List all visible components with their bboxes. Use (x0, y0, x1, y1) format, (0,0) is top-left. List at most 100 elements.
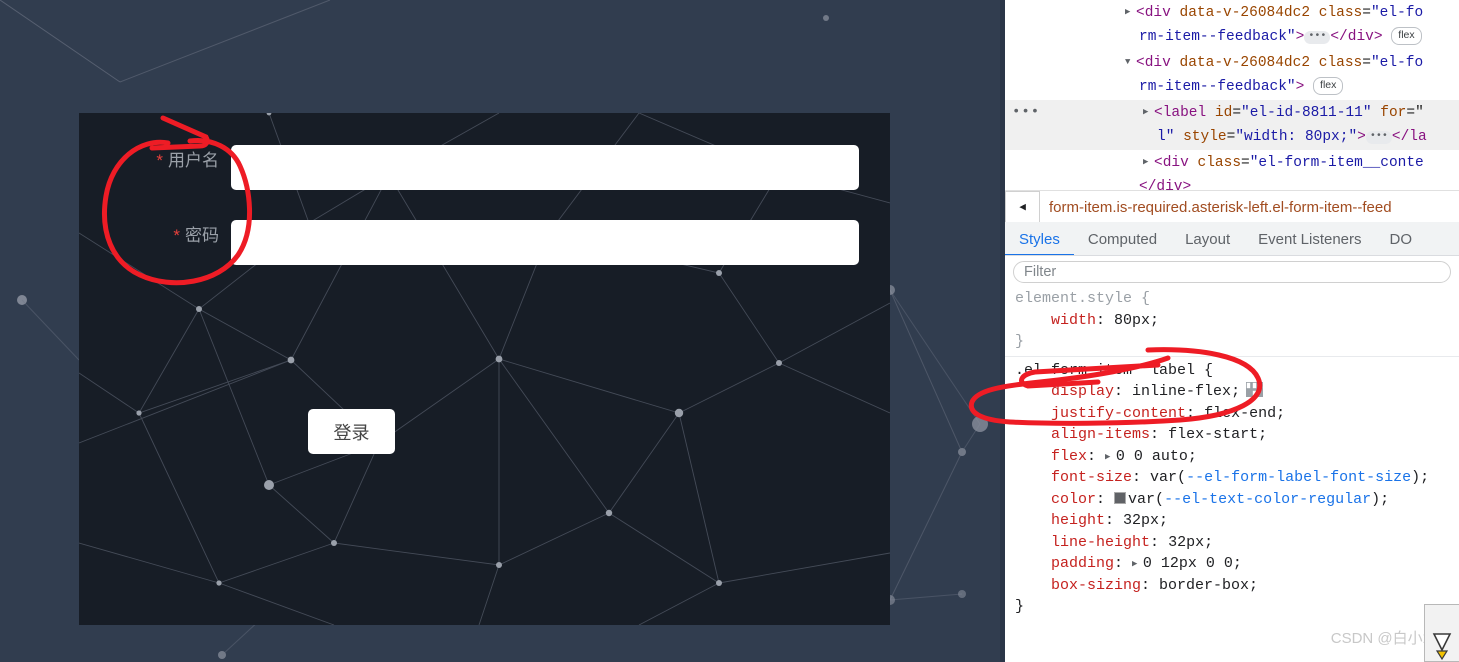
breadcrumb-collapse-button[interactable]: ◀ (1005, 191, 1040, 223)
flex-badge[interactable]: flex (1313, 77, 1344, 95)
flexbox-editor-icon[interactable] (1246, 382, 1264, 397)
styles-pane[interactable]: element.style { width: 80px;} .el-form-it… (1005, 288, 1459, 662)
dom-tree-node[interactable]: ▶ <div data-v-26084dc2 class="el-fo (1005, 0, 1459, 25)
required-asterisk-password: * (173, 226, 180, 245)
css-property-name[interactable]: height (1051, 512, 1105, 529)
css-property-name[interactable]: align-items (1051, 426, 1150, 443)
open-brace: { (1132, 290, 1151, 307)
css-property-name[interactable]: width (1051, 312, 1096, 329)
expand-triangle-closed-icon[interactable]: ▶ (1143, 100, 1154, 125)
css-property-name[interactable]: box-sizing (1051, 577, 1141, 594)
dom-token: =" (1406, 105, 1424, 121)
style-declaration[interactable]: flex: ▶ 0 0 auto; (1005, 446, 1459, 468)
style-declaration[interactable]: padding: ▶ 0 12px 0 0; (1005, 553, 1459, 575)
dom-token (1174, 129, 1183, 145)
dom-tree-node[interactable]: ▶ <div class="el-form-item__conte (1005, 150, 1459, 175)
css-variable-name[interactable]: --el-text-color-regular (1164, 491, 1371, 508)
dom-token: = (1362, 55, 1371, 71)
dom-token (1372, 105, 1381, 121)
colon: : (1087, 447, 1106, 465)
colon: : (1105, 512, 1124, 529)
expand-triangle-open-icon[interactable]: ▼ (1125, 50, 1136, 75)
expand-shorthand-icon[interactable]: ▶ (1105, 447, 1116, 469)
style-rule-selector[interactable]: .el-form-item label { (1005, 360, 1459, 382)
dom-tree-node[interactable]: l" style="width: 80px;"> ••• </la (1005, 125, 1459, 150)
css-property-value[interactable]: border-box; (1159, 577, 1258, 594)
css-property-name[interactable]: line-height (1051, 534, 1150, 551)
dom-token: class (1318, 5, 1363, 21)
collapsed-children-icon[interactable]: ••• (1304, 31, 1331, 44)
style-declaration[interactable]: display: inline-flex; (1005, 381, 1459, 403)
login-panel: * 用户名 * 密码 登录 (79, 113, 890, 625)
dom-token: "el-fo (1370, 55, 1424, 71)
styles-filter-input[interactable] (1013, 261, 1451, 283)
css-property-value[interactable]: inline-flex; (1132, 383, 1240, 400)
dom-tree-node[interactable]: rm-item--feedback"> flex (1005, 75, 1459, 100)
tab-styles[interactable]: Styles (1005, 222, 1074, 256)
tab-do[interactable]: DO (1376, 222, 1427, 256)
dom-token: class (1318, 55, 1363, 71)
dom-token: rm-item--feedback" (1139, 79, 1296, 95)
css-property-value[interactable]: 80px; (1114, 312, 1159, 329)
css-property-name[interactable]: flex (1051, 448, 1087, 465)
label-username: * 用户名 (79, 145, 231, 177)
declaration-indent (1015, 405, 1051, 422)
style-declaration[interactable]: line-height: 32px; (1005, 532, 1459, 554)
flex-badge[interactable]: flex (1391, 27, 1422, 45)
password-input[interactable] (231, 220, 859, 265)
style-declaration[interactable]: box-sizing: border-box; (1005, 575, 1459, 597)
dom-tree[interactable]: ▶ <div data-v-26084dc2 class="el-fo rm-ite… (1005, 0, 1459, 195)
css-property-name[interactable]: display (1051, 383, 1114, 400)
css-property-value[interactable]: 32px; (1123, 512, 1168, 529)
dom-token (1310, 5, 1319, 21)
style-rule-selector[interactable]: element.style { (1005, 288, 1459, 310)
dom-token: < (1154, 155, 1163, 171)
dom-tree-node[interactable]: rm-item--feedback"> ••• </div> flex (1005, 25, 1459, 50)
screenshot-root: * 用户名 * 密码 登录 ▶ <div data-v-26084dc2 class=… (0, 0, 1459, 662)
style-declaration[interactable]: color: var(--el-text-color-regular); (1005, 489, 1459, 511)
dom-token: </la (1391, 129, 1427, 145)
close-brace-line: } (1005, 331, 1459, 353)
css-variable-name[interactable]: --el-form-label-font-size (1186, 469, 1411, 486)
css-property-name[interactable]: padding (1051, 555, 1114, 572)
style-declaration[interactable]: align-items: flex-start; (1005, 424, 1459, 446)
dom-tree-node[interactable]: ••• ▶ <label id="el-id-8811-11" for=" (1005, 100, 1459, 125)
expand-triangle-closed-icon[interactable]: ▶ (1125, 0, 1136, 25)
css-property-value[interactable]: 0 12px 0 0; (1143, 555, 1242, 572)
colon: : (1186, 404, 1205, 422)
tab-event-listeners[interactable]: Event Listeners (1244, 222, 1375, 256)
style-rule-divider (1005, 355, 1459, 357)
expand-triangle-closed-icon[interactable]: ▶ (1143, 150, 1154, 175)
style-declaration[interactable]: height: 32px; (1005, 510, 1459, 532)
colon: : (1141, 576, 1160, 594)
devtools-tabs[interactable]: Styles Computed Layout Event Listeners DO (1005, 222, 1459, 256)
tab-layout[interactable]: Layout (1171, 222, 1244, 256)
css-property-value[interactable]: 0 0 auto; (1116, 448, 1197, 465)
expand-shorthand-icon[interactable]: ▶ (1132, 554, 1143, 576)
login-submit-button[interactable]: 登录 (308, 409, 395, 454)
style-declaration[interactable]: width: 80px; (1005, 310, 1459, 332)
style-declaration[interactable]: font-size: var(--el-form-label-font-size… (1005, 467, 1459, 489)
css-property-name[interactable]: justify-content (1051, 405, 1186, 422)
collapsed-children-icon[interactable]: ••• (1365, 131, 1392, 144)
declaration-indent (1015, 383, 1051, 400)
login-form: * 用户名 * 密码 登录 (79, 113, 890, 625)
dom-token: > (1295, 29, 1305, 45)
css-property-name[interactable]: color (1051, 491, 1096, 508)
breadcrumb-path[interactable]: form-item.is-required.asterisk-left.el-f… (1040, 199, 1392, 216)
declaration-indent (1015, 469, 1051, 486)
node-overflow-dots[interactable]: ••• (1012, 100, 1040, 125)
username-input[interactable] (231, 145, 859, 190)
dom-token (1171, 55, 1180, 71)
css-property-value[interactable]: 32px; (1168, 534, 1213, 551)
dom-tree-node[interactable]: ▼ <div data-v-26084dc2 class="el-fo (1005, 50, 1459, 75)
css-property-value[interactable]: flex-start; (1168, 426, 1267, 443)
css-property-name[interactable]: font-size (1051, 469, 1132, 486)
color-swatch-icon[interactable] (1114, 491, 1127, 504)
style-declaration[interactable]: justify-content: flex-end; (1005, 403, 1459, 425)
tab-computed[interactable]: Computed (1074, 222, 1171, 256)
dom-token: < (1136, 5, 1145, 21)
css-property-value[interactable]: flex-end; (1204, 405, 1285, 422)
colon: : (1096, 311, 1115, 329)
dom-token (1206, 105, 1215, 121)
